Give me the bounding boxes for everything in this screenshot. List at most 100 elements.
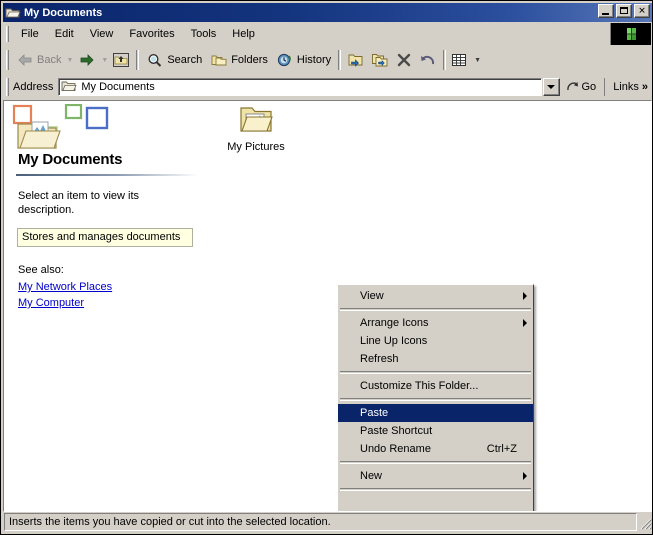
back-dropdown-arrow[interactable]: ▼ [66, 57, 73, 64]
chevron-down-icon [547, 85, 555, 89]
delete-x-icon [397, 53, 411, 67]
see-also-label: See also: [18, 264, 64, 276]
context-menu-item-label: Line Up Icons [360, 335, 428, 347]
client-area: My Documents Select an item to view its … [3, 100, 652, 512]
history-clock-icon [277, 53, 291, 67]
views-dropdown-arrow[interactable]: ▼ [474, 57, 481, 64]
title-divider [16, 174, 198, 176]
arrow-right-icon [81, 54, 94, 66]
address-value: My Documents [81, 81, 155, 93]
move-to-button[interactable] [344, 49, 368, 71]
context-menu-item-line-up-icons[interactable]: Line Up Icons [338, 332, 533, 350]
status-bar: Inserts the items you have copied or cut… [3, 512, 652, 532]
links-label: Links [613, 81, 639, 93]
context-menu-item-undo-rename[interactable]: Undo Rename Ctrl+Z [338, 440, 533, 458]
context-menu-item-view[interactable]: View [338, 287, 533, 305]
context-menu-separator [340, 461, 531, 464]
menu-file[interactable]: File [13, 26, 47, 42]
folder-pictures-icon [239, 104, 273, 137]
context-menu-item-paste[interactable]: Paste [338, 404, 533, 422]
link-my-network-places[interactable]: My Network Places [18, 281, 112, 293]
copy-to-button[interactable] [368, 49, 392, 71]
menubar-gripper[interactable] [6, 26, 9, 42]
folders-label: Folders [231, 54, 268, 66]
menu-tools[interactable]: Tools [183, 26, 225, 42]
arrow-left-icon [18, 54, 32, 66]
context-menu-item-refresh[interactable]: Refresh [338, 350, 533, 368]
context-menu-item-arrange-icons[interactable]: Arrange Icons [338, 314, 533, 332]
views-icon [452, 54, 467, 66]
context-menu-item-accelerator: Ctrl+Z [486, 443, 517, 455]
context-menu-item-new[interactable]: New [338, 467, 533, 485]
links-button[interactable]: Links » [604, 78, 648, 96]
address-input[interactable]: My Documents [58, 78, 542, 96]
close-icon: ✕ [638, 5, 646, 16]
menu-view[interactable]: View [82, 26, 122, 42]
forward-dropdown-arrow[interactable]: ▼ [101, 57, 108, 64]
submenu-arrow-icon [523, 292, 527, 300]
delete-button[interactable] [392, 49, 416, 71]
magnifier-icon [148, 53, 162, 67]
minimize-button[interactable] [598, 4, 614, 18]
copy-to-folder-icon [372, 54, 388, 67]
search-button[interactable]: Search [142, 49, 206, 71]
views-button[interactable] [449, 49, 473, 71]
go-button[interactable]: Go [566, 80, 597, 94]
toolbar: Back ▼ ▼ Search Folders History ▼ [3, 46, 652, 74]
folder-up-icon [113, 53, 130, 67]
go-arrow-icon [566, 82, 578, 91]
folders-button[interactable]: Folders [206, 49, 272, 71]
maximize-button[interactable] [616, 4, 632, 18]
back-label: Back [37, 54, 62, 66]
toolbar-separator-3 [443, 50, 447, 70]
context-menu-item-label: Paste Shortcut [360, 425, 433, 437]
move-to-folder-icon [348, 54, 363, 67]
address-label: Address [13, 81, 54, 93]
history-button[interactable]: History [272, 49, 335, 71]
context-menu-item-customize-this-folder[interactable]: Customize This Folder... [338, 377, 533, 395]
link-my-computer[interactable]: My Computer [18, 297, 84, 309]
context-menu-separator [340, 398, 531, 401]
context-menu-item-label: Paste [360, 407, 389, 419]
list-item[interactable]: My Pictures [218, 104, 294, 153]
context-menu-item-paste-shortcut[interactable]: Paste Shortcut [338, 422, 533, 440]
explorer-window: My Documents ✕ File Edit View Favorites … [0, 0, 653, 535]
context-menu[interactable]: View Arrange Icons Line Up Icons Refresh… [337, 284, 534, 511]
submenu-arrow-icon [523, 472, 527, 480]
undo-arrow-icon [421, 55, 435, 65]
context-menu-item-label: Undo Rename [360, 443, 431, 455]
title-bar: My Documents ✕ [3, 3, 652, 22]
context-menu-item-label: Arrange Icons [360, 317, 429, 329]
window-title: My Documents [24, 6, 103, 19]
context-menu-item-properties[interactable] [338, 494, 533, 511]
undo-button[interactable] [416, 49, 440, 71]
resize-grip[interactable] [638, 513, 652, 531]
folder-watermark-graphic [12, 103, 142, 152]
context-menu-item-label: Customize This Folder... [360, 380, 479, 392]
back-button[interactable]: Back [12, 49, 65, 71]
addressbar-gripper[interactable] [6, 78, 9, 96]
windows-flag-logo[interactable] [610, 23, 651, 45]
menu-help[interactable]: Help [224, 26, 263, 42]
menu-edit[interactable]: Edit [47, 26, 82, 42]
go-label: Go [581, 81, 597, 93]
context-menu-item-label: New [360, 470, 383, 482]
up-button[interactable] [109, 49, 133, 71]
chevron-double-right-icon: » [641, 81, 648, 93]
menu-bar: File Edit View Favorites Tools Help [3, 23, 652, 45]
toolbar-gripper[interactable] [6, 50, 9, 70]
context-menu-separator [340, 308, 531, 311]
address-dropdown-button[interactable] [542, 78, 560, 96]
search-label: Search [167, 54, 203, 66]
forward-button[interactable] [74, 49, 100, 71]
submenu-arrow-icon [523, 319, 527, 327]
context-menu-item-label: View [360, 290, 384, 302]
info-pane: My Documents Select an item to view its … [4, 101, 212, 511]
folder-tooltip: Stores and manages documents [17, 228, 193, 247]
window-controls: ✕ [598, 4, 650, 18]
pane-description: Select an item to view its description. [18, 190, 140, 216]
close-button[interactable]: ✕ [634, 4, 650, 18]
list-item-label: My Pictures [227, 141, 285, 153]
folders-icon [211, 55, 227, 66]
menu-favorites[interactable]: Favorites [121, 26, 182, 42]
